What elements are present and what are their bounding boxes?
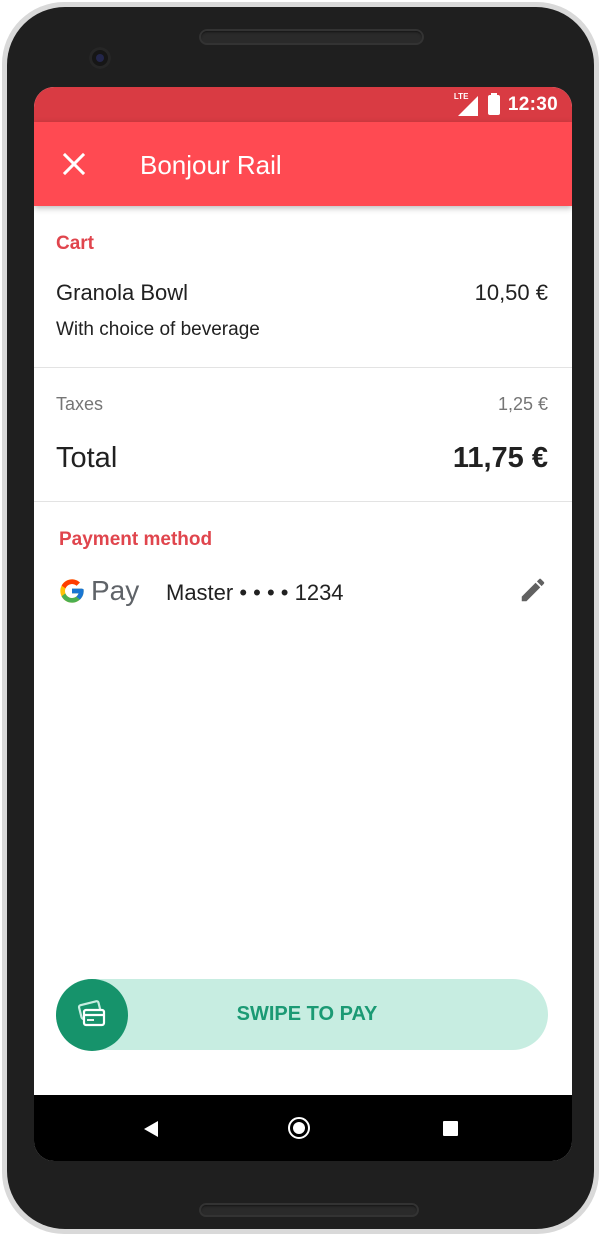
- back-triangle-icon[interactable]: [142, 1119, 160, 1139]
- swipe-handle[interactable]: [56, 979, 128, 1051]
- total-label: Total: [56, 442, 118, 474]
- divider: [34, 367, 572, 368]
- divider: [34, 501, 572, 502]
- edit-payment-button[interactable]: [518, 575, 548, 605]
- item-price: 10,50 €: [474, 280, 548, 305]
- status-time: 12:30: [507, 94, 558, 115]
- front-camera: [89, 47, 111, 69]
- bottom-speaker-grille: [199, 1203, 419, 1217]
- item-name: Granola Bowl: [56, 280, 189, 305]
- item-description: With choice of beverage: [56, 319, 260, 340]
- home-circle-icon[interactable]: [288, 1117, 310, 1139]
- cart-section-label: Cart: [56, 233, 95, 254]
- swipe-to-pay-track[interactable]: SWIPE TO PAY: [56, 979, 548, 1050]
- recents-square-icon[interactable]: [443, 1121, 458, 1136]
- google-g-icon: [60, 579, 84, 603]
- app-title: Bonjour Rail: [140, 150, 282, 180]
- battery-icon: [487, 93, 500, 115]
- google-pay-logo: Pay: [58, 573, 139, 609]
- app-bar: Bonjour Rail: [34, 122, 572, 206]
- taxes-label: Taxes: [56, 394, 104, 414]
- close-icon: [62, 152, 86, 176]
- pencil-icon: [521, 578, 545, 602]
- screen: LTE 12:30 Bonjour Rail Cart Granola Bowl…: [34, 87, 572, 1161]
- top-speaker-grille: [199, 29, 424, 45]
- total-value: 11,75 €: [452, 442, 548, 474]
- taxes-value: 1,25 €: [497, 394, 548, 414]
- swipe-to-pay-label: SWIPE TO PAY: [236, 1003, 378, 1025]
- card-number: Master • • • • 1234: [166, 580, 344, 605]
- close-button[interactable]: [58, 148, 90, 180]
- gpay-pay-text: Pay: [91, 575, 140, 606]
- status-bar: LTE 12:30: [34, 87, 572, 122]
- lte-signal-icon: LTE: [454, 92, 480, 116]
- payment-section-label: Payment method: [59, 529, 213, 550]
- status-indicators: LTE 12:30: [454, 92, 558, 118]
- navigation-bar: [34, 1095, 572, 1161]
- card-icon: [77, 1000, 106, 1027]
